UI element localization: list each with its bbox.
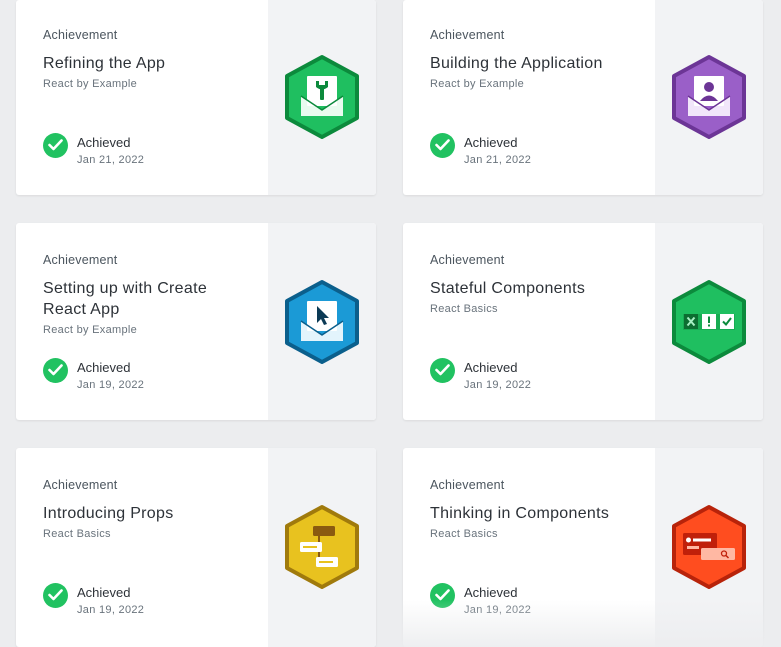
achieved-status: Achieved Jan 19, 2022 [430, 581, 650, 617]
check-icon [430, 583, 455, 608]
card-kind: Achievement [430, 478, 505, 492]
achievement-card[interactable]: Achievement Introducing Props React Basi… [16, 448, 376, 647]
card-kind: Achievement [43, 28, 118, 42]
achieved-status: Achieved Jan 21, 2022 [430, 131, 650, 167]
card-title[interactable]: Building the Application [430, 53, 640, 74]
card-kind: Achievement [43, 253, 118, 267]
card-course: React by Example [43, 324, 138, 336]
achieved-label: Achieved [464, 585, 518, 600]
achieved-status: Achieved Jan 19, 2022 [430, 356, 650, 392]
achievement-card[interactable]: Achievement Building the Application Rea… [403, 0, 763, 195]
card-course: React Basics [430, 303, 498, 315]
achieved-status: Achieved Jan 19, 2022 [43, 581, 263, 617]
achieved-date: Jan 19, 2022 [77, 604, 145, 616]
badge-panel [268, 0, 376, 195]
achieved-label: Achieved [77, 585, 131, 600]
achievement-card[interactable]: Achievement Thinking in Components React… [403, 448, 763, 647]
person-envelope-icon [672, 55, 746, 139]
card-title[interactable]: Refining the App [43, 53, 253, 74]
check-icon [430, 133, 455, 158]
card-kind: Achievement [430, 253, 505, 267]
achieved-label: Achieved [464, 135, 518, 150]
card-title[interactable]: Thinking in Components [430, 503, 640, 524]
card-kind: Achievement [43, 478, 118, 492]
card-course: React by Example [430, 78, 525, 90]
state-boxes-icon [672, 280, 746, 364]
achieved-label: Achieved [77, 135, 131, 150]
achievement-card[interactable]: Achievement Stateful Components React Ba… [403, 223, 763, 420]
card-course: React Basics [430, 528, 498, 540]
card-course: React Basics [43, 528, 111, 540]
achievement-card[interactable]: Achievement Setting up with Create React… [16, 223, 376, 420]
check-icon [430, 358, 455, 383]
cursor-envelope-icon [285, 280, 359, 364]
card-course: React by Example [43, 78, 138, 90]
achieved-date: Jan 21, 2022 [77, 154, 145, 166]
achieved-date: Jan 21, 2022 [464, 154, 532, 166]
badge-panel [655, 448, 763, 647]
card-kind: Achievement [430, 28, 505, 42]
card-title[interactable]: Setting up with Create React App [43, 278, 253, 320]
achieved-status: Achieved Jan 19, 2022 [43, 356, 263, 392]
achieved-date: Jan 19, 2022 [464, 379, 532, 391]
badge-panel [655, 223, 763, 420]
achieved-label: Achieved [77, 360, 131, 375]
achieved-status: Achieved Jan 21, 2022 [43, 131, 263, 167]
check-icon [43, 133, 68, 158]
badge-panel [655, 0, 763, 195]
achieved-date: Jan 19, 2022 [77, 379, 145, 391]
components-search-icon [672, 505, 746, 589]
card-title[interactable]: Stateful Components [430, 278, 640, 299]
badge-panel [268, 448, 376, 647]
card-title[interactable]: Introducing Props [43, 503, 253, 524]
props-tree-icon [285, 505, 359, 589]
achieved-date: Jan 19, 2022 [464, 604, 532, 616]
achievement-card[interactable]: Achievement Refining the App React by Ex… [16, 0, 376, 195]
badge-panel [268, 223, 376, 420]
wrench-envelope-icon [285, 55, 359, 139]
check-icon [43, 358, 68, 383]
check-icon [43, 583, 68, 608]
achieved-label: Achieved [464, 360, 518, 375]
